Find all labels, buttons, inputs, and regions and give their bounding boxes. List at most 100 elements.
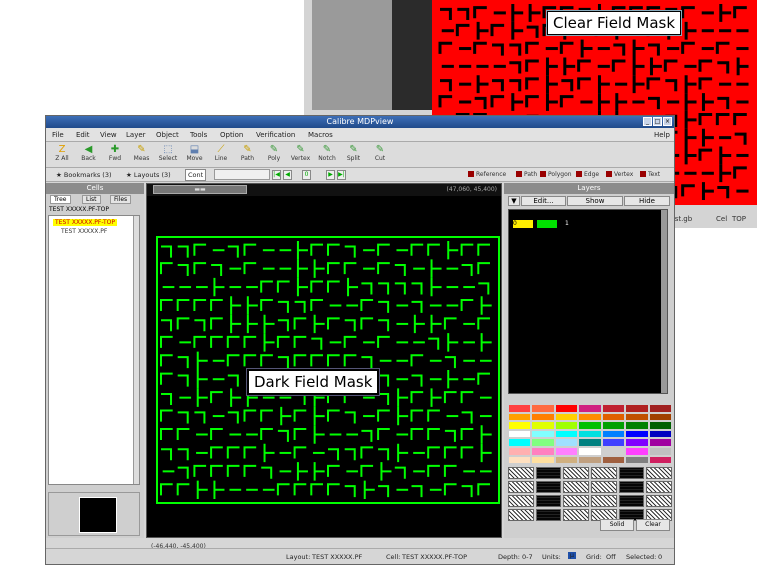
color-swatch[interactable]: [554, 404, 579, 413]
fill-pattern-swatch[interactable]: [563, 467, 589, 479]
color-swatch[interactable]: [531, 438, 555, 447]
menu-option[interactable]: Option: [220, 131, 243, 139]
color-swatch[interactable]: [508, 404, 532, 413]
color-swatch[interactable]: [508, 438, 532, 447]
show-layers-button[interactable]: Show: [567, 196, 623, 206]
color-swatch[interactable]: [578, 438, 602, 447]
color-swatch[interactable]: [554, 455, 579, 465]
filter-text[interactable]: Text: [640, 171, 660, 178]
color-swatch[interactable]: [648, 412, 672, 422]
fill-pattern-swatch[interactable]: [563, 495, 589, 507]
fill-pattern-swatch[interactable]: [590, 467, 617, 479]
tab-list[interactable]: List: [82, 195, 101, 204]
color-swatch[interactable]: [531, 412, 555, 422]
zoom-entry[interactable]: [214, 169, 270, 180]
tool-notch-button[interactable]: ✎ Notch: [315, 144, 339, 166]
minimize-button[interactable]: _: [643, 117, 652, 126]
tree-item-top[interactable]: TEST XXXXX.PF-TOP: [53, 219, 117, 226]
filter-reference[interactable]: Reference: [468, 171, 506, 178]
menu-help[interactable]: Help: [654, 131, 670, 139]
filter-edge[interactable]: Edge: [576, 171, 599, 178]
tree-item-child[interactable]: TEST XXXXX.PF: [61, 228, 107, 235]
fill-pattern-swatch[interactable]: [563, 509, 589, 521]
menu-edit[interactable]: Edit: [76, 131, 90, 139]
clear-button[interactable]: Clear: [636, 519, 670, 531]
tab-tree[interactable]: Tree: [50, 195, 71, 204]
color-swatch[interactable]: [554, 429, 579, 439]
color-swatch[interactable]: [578, 446, 602, 456]
tool-back-button[interactable]: ◀ Back: [77, 144, 101, 166]
canvas-tab[interactable]: ▬▬: [153, 185, 247, 194]
color-swatch[interactable]: [648, 455, 672, 465]
color-swatch[interactable]: [554, 438, 579, 447]
tool-path-button[interactable]: ✎ Path: [236, 144, 260, 166]
fill-pattern-swatch[interactable]: [508, 495, 534, 507]
color-swatch[interactable]: [508, 446, 532, 456]
overview-thumbnail[interactable]: [48, 492, 140, 536]
layer-scrollbar[interactable]: [661, 210, 667, 393]
color-swatch[interactable]: [625, 446, 649, 456]
cell-tree[interactable]: TEST XXXXX.PF-TOP TEST XXXXX.PF: [48, 215, 140, 485]
color-swatch[interactable]: [508, 412, 532, 422]
color-swatch[interactable]: [601, 438, 626, 447]
fill-pattern-swatch[interactable]: [646, 467, 672, 479]
color-swatch[interactable]: [625, 421, 649, 430]
color-swatch[interactable]: [554, 412, 579, 422]
color-swatch[interactable]: [531, 446, 555, 456]
menu-object[interactable]: Object: [156, 131, 179, 139]
fill-pattern-swatch[interactable]: [618, 495, 645, 507]
color-swatch[interactable]: [508, 429, 532, 439]
tool-move-button[interactable]: ⬓ Move: [183, 144, 207, 166]
hide-layers-button[interactable]: Hide: [624, 196, 670, 206]
tool-cut-button[interactable]: ✎ Cut: [368, 144, 392, 166]
color-swatch[interactable]: [531, 404, 555, 413]
fill-pattern-swatch[interactable]: [618, 481, 645, 493]
solid-button[interactable]: Solid: [600, 519, 634, 531]
color-swatch[interactable]: [601, 412, 626, 422]
menu-view[interactable]: View: [100, 131, 117, 139]
color-swatch[interactable]: [554, 421, 579, 430]
color-swatch[interactable]: [625, 404, 649, 413]
last-button[interactable]: ▶|: [337, 170, 346, 180]
fill-pattern-swatch[interactable]: [646, 495, 672, 507]
color-swatch[interactable]: [601, 404, 626, 413]
color-swatch[interactable]: [578, 412, 602, 422]
units-icon[interactable]: μ: [568, 552, 576, 559]
color-swatch[interactable]: [531, 429, 555, 439]
zoom-select[interactable]: Cont: [185, 169, 207, 181]
first-button[interactable]: |◀: [272, 170, 281, 180]
tool-poly-button[interactable]: ✎ Poly: [262, 144, 286, 166]
fill-pattern-swatch[interactable]: [535, 467, 562, 479]
next-button[interactable]: ▶: [326, 170, 335, 180]
filter-vertex[interactable]: Vertex: [606, 171, 633, 178]
fill-pattern-swatch[interactable]: [508, 509, 534, 521]
menu-verification[interactable]: Verification: [256, 131, 295, 139]
layer-row[interactable]: 0 1: [513, 220, 573, 228]
fill-pattern-swatch[interactable]: [590, 495, 617, 507]
filter-path[interactable]: Path: [516, 171, 537, 178]
color-swatch[interactable]: [648, 446, 672, 456]
menu-file[interactable]: File: [52, 131, 64, 139]
color-swatch[interactable]: [601, 429, 626, 439]
layers-dropdown-icon[interactable]: ▼: [508, 196, 520, 206]
menu-tools[interactable]: Tools: [190, 131, 207, 139]
color-swatch[interactable]: [578, 429, 602, 439]
fill-pattern-swatch[interactable]: [618, 467, 645, 479]
layer-list[interactable]: 0 1: [508, 209, 668, 394]
color-swatch[interactable]: [601, 446, 626, 456]
color-swatch[interactable]: [578, 404, 602, 413]
fill-pattern-swatch[interactable]: [535, 481, 562, 493]
maximize-button[interactable]: □: [653, 117, 662, 126]
color-swatch[interactable]: [508, 421, 532, 430]
fill-pattern-swatch[interactable]: [590, 481, 617, 493]
tool-split-button[interactable]: ✎ Split: [342, 144, 366, 166]
color-swatch[interactable]: [601, 421, 626, 430]
color-swatch[interactable]: [578, 421, 602, 430]
color-swatch[interactable]: [601, 455, 626, 465]
tool-z-all-button[interactable]: ZZ All: [50, 144, 74, 166]
prev-button[interactable]: ◀: [283, 170, 292, 180]
fill-pattern-swatch[interactable]: [563, 481, 589, 493]
fill-pattern-swatch[interactable]: [535, 509, 562, 521]
tool-vertex-button[interactable]: ✎ Vertex: [289, 144, 313, 166]
color-swatch[interactable]: [508, 455, 532, 465]
